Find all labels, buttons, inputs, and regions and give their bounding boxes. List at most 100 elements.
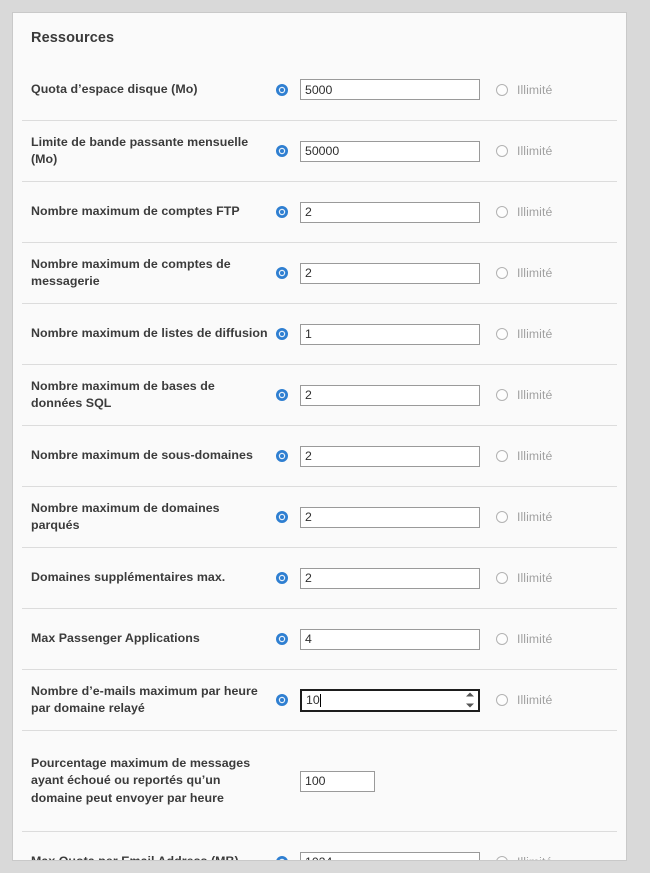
unlimited-label: Illimité bbox=[517, 205, 553, 219]
unlimited-label: Illimité bbox=[517, 571, 553, 585]
unlimited-label: Illimité bbox=[517, 449, 553, 463]
unlimited-radio[interactable] bbox=[496, 856, 508, 860]
value-spinner-input[interactable]: 10 bbox=[300, 688, 480, 712]
limited-radio[interactable] bbox=[276, 267, 288, 279]
unlimited-option[interactable]: Illimité bbox=[496, 632, 552, 646]
resource-row: Nombre maximum de domaines parqués Illimi… bbox=[22, 486, 617, 547]
unlimited-label: Illimité bbox=[517, 510, 553, 524]
unlimited-option[interactable]: Illimité bbox=[496, 571, 552, 585]
unlimited-radio[interactable] bbox=[496, 206, 508, 218]
unlimited-radio[interactable] bbox=[496, 328, 508, 340]
unlimited-radio[interactable] bbox=[496, 145, 508, 157]
limited-radio[interactable] bbox=[276, 856, 288, 860]
value-input[interactable] bbox=[300, 140, 480, 162]
value-input[interactable] bbox=[300, 79, 480, 100]
limited-radio[interactable] bbox=[276, 694, 288, 706]
unlimited-option[interactable]: Illimité bbox=[496, 205, 552, 219]
unlimited-label: Illimité bbox=[517, 855, 552, 860]
resource-row: Nombre maximum de comptes FTP Illimité bbox=[22, 181, 617, 242]
unlimited-label: Illimité bbox=[517, 693, 553, 707]
spinner-down-icon[interactable] bbox=[465, 703, 474, 708]
resource-controls: Illimité bbox=[276, 140, 617, 162]
resource-row: Limite de bande passante mensuelle (Mo) I… bbox=[22, 120, 617, 181]
unlimited-option[interactable]: Illimité bbox=[496, 388, 552, 402]
value-input[interactable] bbox=[300, 770, 375, 792]
resource-label: Max Passenger Applications bbox=[31, 631, 200, 646]
resource-controls: Illimité bbox=[276, 851, 617, 860]
limited-radio[interactable] bbox=[276, 633, 288, 645]
value-input[interactable] bbox=[300, 628, 480, 650]
unlimited-option[interactable]: Illimité bbox=[496, 855, 552, 860]
page-title: Ressources bbox=[31, 30, 115, 46]
resource-rows: Quota d’espace disque (Mo)IllimitéLimite… bbox=[13, 59, 626, 860]
resource-label: Nombre maximum de listes de diffusion bbox=[31, 326, 268, 341]
unlimited-option[interactable]: Illimité bbox=[496, 83, 552, 97]
limited-radio[interactable] bbox=[276, 572, 288, 584]
unlimited-label: Illimité bbox=[517, 388, 553, 402]
unlimited-label: Illimité bbox=[517, 82, 553, 97]
limited-radio[interactable] bbox=[276, 328, 288, 340]
resource-label: Limite de bande passante mensuelle (Mo) bbox=[31, 134, 249, 167]
resources-panel: Ressources Quota d’espace disque (Mo) Ill… bbox=[12, 12, 627, 861]
spinner-arrows[interactable] bbox=[465, 692, 474, 708]
spinner-value: 10 bbox=[306, 693, 320, 707]
resource-label: Nombre maximum de sous-domaines bbox=[31, 448, 253, 463]
unlimited-radio[interactable] bbox=[496, 511, 508, 523]
resource-row: Max Quota per Email Address (MB) Illimité bbox=[22, 831, 617, 860]
value-input[interactable] bbox=[300, 323, 480, 345]
resource-controls: Illimité bbox=[276, 506, 617, 528]
limited-radio[interactable] bbox=[276, 389, 288, 401]
unlimited-radio[interactable] bbox=[496, 83, 508, 96]
limited-radio[interactable] bbox=[276, 206, 288, 218]
resource-row: Nombre maximum de comptes de messagerie I… bbox=[22, 242, 617, 303]
unlimited-radio[interactable] bbox=[496, 267, 508, 279]
resource-row: Nombre d’e-mails maximum par heure par d… bbox=[22, 669, 617, 730]
unlimited-radio[interactable] bbox=[496, 694, 508, 706]
resource-row: Nombre maximum de bases de données SQL Il… bbox=[22, 364, 617, 425]
resource-label: Nombre maximum de comptes FTP bbox=[31, 204, 240, 219]
resource-row: Pourcentage maximum de messages ayant éc… bbox=[22, 730, 617, 831]
unlimited-option[interactable]: Illimité bbox=[496, 327, 552, 341]
resource-controls: Illimité bbox=[276, 262, 617, 284]
limited-radio[interactable] bbox=[276, 145, 288, 157]
resource-row: Domaines supplémentaires max. Illimité bbox=[22, 547, 617, 608]
value-input[interactable] bbox=[300, 445, 480, 467]
resource-row: Nombre maximum de listes de diffusion Ill… bbox=[22, 303, 617, 364]
unlimited-option[interactable]: Illimité bbox=[496, 144, 552, 158]
value-input[interactable] bbox=[300, 201, 480, 223]
unlimited-radio[interactable] bbox=[496, 572, 508, 584]
limited-radio[interactable] bbox=[276, 83, 288, 96]
resource-controls: Illimité bbox=[276, 567, 617, 589]
resource-row: Max Passenger Applications Illimité bbox=[22, 608, 617, 669]
resource-label: Max Quota per Email Address (MB) bbox=[31, 853, 276, 860]
unlimited-option[interactable]: Illimité bbox=[496, 449, 552, 463]
unlimited-option[interactable]: Illimité bbox=[496, 266, 552, 280]
value-input[interactable] bbox=[300, 506, 480, 528]
limited-radio[interactable] bbox=[276, 511, 288, 523]
unlimited-radio[interactable] bbox=[496, 389, 508, 401]
resource-controls bbox=[276, 770, 617, 792]
resource-controls: Illimité bbox=[276, 628, 617, 650]
value-input[interactable] bbox=[300, 262, 480, 284]
resource-label: Pourcentage maximum de messages ayant éc… bbox=[31, 755, 251, 805]
spinner-up-icon[interactable] bbox=[465, 692, 474, 697]
resource-label: Quota d’espace disque (Mo) bbox=[31, 81, 198, 96]
resource-controls: Illimité bbox=[276, 323, 617, 345]
resource-label: Nombre d’e-mails maximum par heure par d… bbox=[31, 683, 258, 716]
unlimited-label: Illimité bbox=[517, 327, 553, 341]
unlimited-radio[interactable] bbox=[496, 450, 508, 462]
unlimited-option[interactable]: Illimité bbox=[496, 693, 552, 707]
resource-row: Quota d’espace disque (Mo) Illimité bbox=[22, 59, 617, 120]
value-input[interactable] bbox=[300, 567, 480, 589]
resource-controls: Illimité bbox=[276, 445, 617, 467]
resource-label: Nombre maximum de bases de données SQL bbox=[31, 378, 215, 411]
unlimited-option[interactable]: Illimité bbox=[496, 510, 552, 524]
resource-label: Domaines supplémentaires max. bbox=[31, 570, 226, 585]
value-input[interactable] bbox=[300, 384, 480, 406]
limited-radio[interactable] bbox=[276, 450, 288, 462]
resource-label: Nombre maximum de domaines parqués bbox=[31, 500, 220, 533]
unlimited-label: Illimité bbox=[517, 144, 553, 158]
unlimited-radio[interactable] bbox=[496, 633, 508, 645]
resource-controls: Illimité bbox=[276, 384, 617, 406]
value-input[interactable] bbox=[300, 851, 480, 860]
